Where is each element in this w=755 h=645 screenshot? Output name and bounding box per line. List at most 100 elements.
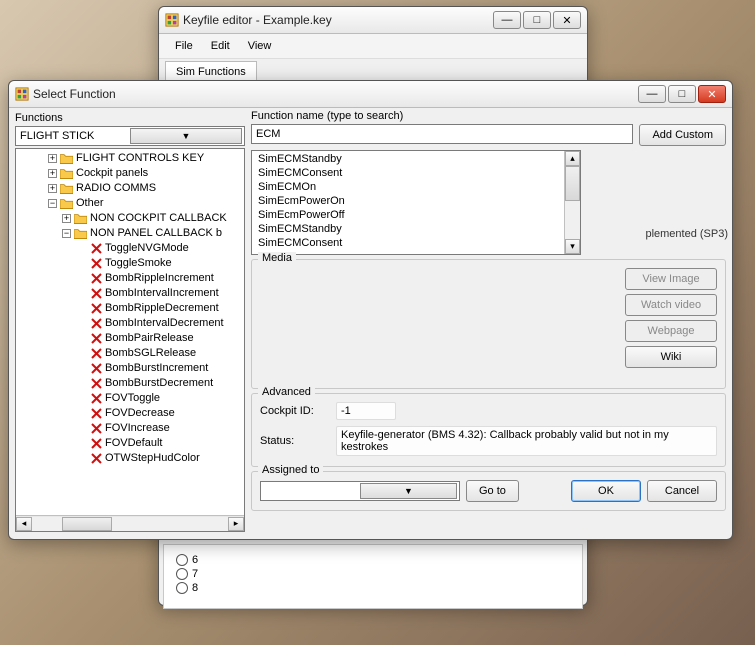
function-name-label: Function name (type to search) — [251, 110, 633, 124]
media-legend: Media — [258, 252, 296, 264]
tree-item[interactable]: BombRippleIncrement — [18, 271, 244, 286]
tree-item[interactable]: FOVIncrease — [18, 421, 244, 436]
menu-edit[interactable]: Edit — [203, 38, 238, 54]
list-item[interactable]: SimECMConsent — [256, 166, 560, 180]
watch-video-button[interactable]: Watch video — [625, 294, 717, 316]
menu-view[interactable]: View — [240, 38, 280, 54]
radio-option-7[interactable]: 7 — [176, 567, 570, 581]
expand-icon[interactable]: + — [48, 184, 57, 193]
close-button[interactable]: ✕ — [553, 11, 581, 29]
scroll-down-icon[interactable]: ▾ — [565, 239, 580, 254]
app-icon — [15, 87, 29, 101]
list-item[interactable]: SimECMConsent — [256, 236, 560, 250]
function-tree[interactable]: +FLIGHT CONTROLS KEY +Cockpit panels +RA… — [15, 148, 245, 532]
list-item[interactable]: SimEcmPowerOff — [256, 208, 560, 222]
close-button[interactable]: ✕ — [698, 85, 726, 103]
tree-item[interactable]: FOVDecrease — [18, 406, 244, 421]
select-function-title-bar[interactable]: Select Function — □ ✕ — [9, 81, 732, 108]
folder-icon — [60, 153, 73, 164]
collapse-icon[interactable]: − — [48, 199, 57, 208]
minimize-button[interactable]: — — [493, 11, 521, 29]
tree-node-flight-controls[interactable]: +FLIGHT CONTROLS KEY — [18, 151, 244, 166]
menu-bar: File Edit View — [159, 34, 587, 59]
list-item[interactable]: SimECMStandby — [256, 222, 560, 236]
tree-item[interactable]: BombSGLRelease — [18, 346, 244, 361]
chevron-down-icon[interactable]: ▼ — [360, 483, 457, 499]
maximize-button[interactable]: □ — [523, 11, 551, 29]
expand-icon[interactable]: + — [48, 154, 57, 163]
view-image-button[interactable]: View Image — [625, 268, 717, 290]
tree-item[interactable]: BombBurstIncrement — [18, 361, 244, 376]
select-function-title: Select Function — [33, 87, 638, 101]
folder-icon — [74, 213, 87, 224]
tree-item[interactable]: OTWStepHudColor — [18, 451, 244, 466]
tree-item[interactable]: BombBurstDecrement — [18, 376, 244, 391]
tree-item[interactable]: ToggleNVGMode — [18, 241, 244, 256]
tree-item[interactable]: FOVDefault — [18, 436, 244, 451]
minimize-button[interactable]: — — [638, 85, 666, 103]
assigned-to-combo[interactable]: ▼ — [260, 481, 460, 501]
scroll-thumb[interactable] — [62, 517, 112, 531]
flight-stick-combo[interactable]: FLIGHT STICK ▼ — [15, 126, 245, 146]
tree-item[interactable]: FOVToggle — [18, 391, 244, 406]
ok-button[interactable]: OK — [571, 480, 641, 502]
tree-node-non-panel[interactable]: −NON PANEL CALLBACK b — [18, 226, 244, 241]
expand-icon[interactable]: + — [48, 169, 57, 178]
goto-button[interactable]: Go to — [466, 480, 519, 502]
menu-file[interactable]: File — [167, 38, 201, 54]
maximize-button[interactable]: □ — [668, 85, 696, 103]
scroll-thumb[interactable] — [565, 166, 580, 201]
radio-icon — [176, 582, 188, 594]
keyfile-title-bar[interactable]: Keyfile editor - Example.key — □ ✕ — [159, 7, 587, 34]
x-icon — [90, 348, 102, 360]
tree-node-radio-comms[interactable]: +RADIO COMMS — [18, 181, 244, 196]
x-icon — [90, 318, 102, 330]
tree-item[interactable]: BombIntervalIncrement — [18, 286, 244, 301]
scroll-left-icon[interactable]: ◂ — [16, 517, 32, 531]
add-custom-button[interactable]: Add Custom — [639, 124, 726, 146]
collapse-icon[interactable]: − — [62, 229, 71, 238]
list-vertical-scrollbar[interactable]: ▴ ▾ — [564, 151, 580, 254]
list-item[interactable]: SimECMStandby — [256, 152, 560, 166]
x-icon — [90, 288, 102, 300]
radio-icon — [176, 554, 188, 566]
chevron-down-icon[interactable]: ▼ — [130, 128, 242, 144]
tree-item[interactable]: BombPairRelease — [18, 331, 244, 346]
x-icon — [90, 378, 102, 390]
folder-icon — [60, 168, 73, 179]
scroll-up-icon[interactable]: ▴ — [565, 151, 580, 166]
advanced-legend: Advanced — [258, 386, 315, 398]
folder-icon — [60, 183, 73, 194]
webpage-button[interactable]: Webpage — [625, 320, 717, 342]
tree-item[interactable]: BombIntervalDecrement — [18, 316, 244, 331]
x-icon — [90, 393, 102, 405]
expand-icon[interactable]: + — [62, 214, 71, 223]
radio-option-6[interactable]: 6 — [176, 553, 570, 567]
search-results-list[interactable]: SimECMStandbySimECMConsentSimECMOnSimEcm… — [251, 150, 581, 255]
tree-node-other[interactable]: −Other — [18, 196, 244, 211]
tree-item[interactable]: BombRippleDecrement — [18, 301, 244, 316]
wiki-button[interactable]: Wiki — [625, 346, 717, 368]
x-icon — [90, 363, 102, 375]
folder-icon — [74, 228, 87, 239]
tab-sim-functions[interactable]: Sim Functions — [165, 61, 257, 82]
scroll-right-icon[interactable]: ▸ — [228, 517, 244, 531]
list-item[interactable]: SimEcmPowerOn — [256, 194, 560, 208]
assigned-to-group: Assigned to ▼ Go to OK Cancel — [251, 471, 726, 511]
radio-panel: 6 7 8 — [163, 544, 583, 609]
radio-icon — [176, 568, 188, 580]
flight-stick-value: FLIGHT STICK — [20, 130, 130, 142]
x-icon — [90, 333, 102, 345]
status-label: Status: — [260, 435, 330, 447]
x-icon — [90, 408, 102, 420]
tree-horizontal-scrollbar[interactable]: ◂ ▸ — [16, 515, 244, 531]
tree-node-non-cockpit[interactable]: +NON COCKPIT CALLBACK — [18, 211, 244, 226]
tree-item[interactable]: ToggleSmoke — [18, 256, 244, 271]
cockpit-id-label: Cockpit ID: — [260, 405, 330, 417]
radio-option-8[interactable]: 8 — [176, 581, 570, 595]
cancel-button[interactable]: Cancel — [647, 480, 717, 502]
function-name-input[interactable] — [251, 124, 633, 144]
tree-node-cockpit-panels[interactable]: +Cockpit panels — [18, 166, 244, 181]
status-value: Keyfile-generator (BMS 4.32): Callback p… — [336, 426, 717, 456]
list-item[interactable]: SimECMOn — [256, 180, 560, 194]
